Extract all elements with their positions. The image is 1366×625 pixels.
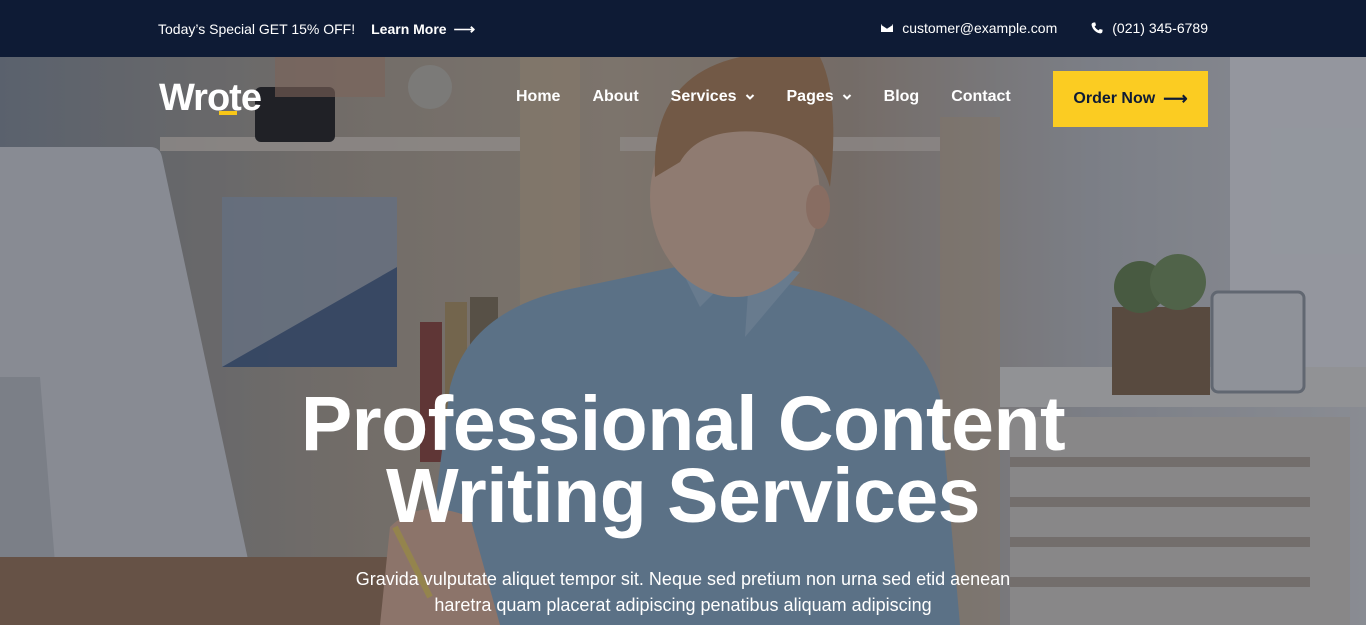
nav-pages[interactable]: Pages (787, 88, 852, 106)
logo-text: Wrote (159, 77, 262, 119)
promo-banner: Today’s Special GET 15% OFF! Learn More … (158, 20, 475, 38)
nav-about-label: About (592, 88, 639, 105)
email-contact[interactable]: customer@example.com (881, 20, 1057, 36)
top-bar: Today’s Special GET 15% OFF! Learn More … (0, 0, 1366, 57)
chevron-down-icon (842, 94, 851, 100)
hero-section (0, 57, 1366, 625)
phone-icon (1091, 22, 1103, 34)
order-now-button[interactable]: Order Now ⟶ (1053, 71, 1208, 127)
order-now-label: Order Now (1073, 90, 1156, 107)
hero-subtitle-line2: haretra quam placerat adipiscing penatib… (434, 595, 932, 615)
phone-contact[interactable]: (021) 345-6789 (1091, 20, 1208, 36)
nav-contact[interactable]: Contact (951, 88, 1011, 106)
nav-home-label: Home (516, 88, 561, 105)
main-nav: Home About Services Pages Blog Contact (516, 88, 1011, 106)
nav-services-label: Services (670, 88, 737, 105)
contact-info: customer@example.com (021) 345-6789 (881, 20, 1208, 36)
envelope-icon (881, 24, 894, 32)
email-text: customer@example.com (902, 20, 1058, 36)
nav-services[interactable]: Services (671, 88, 755, 106)
logo-accent-bar (219, 111, 237, 115)
nav-home[interactable]: Home (516, 88, 560, 106)
chevron-down-icon (745, 94, 754, 100)
arrow-right-icon: ⟶ (1163, 89, 1188, 108)
hero-subtitle-line1: Gravida vulputate aliquet tempor sit. Ne… (355, 569, 1011, 589)
phone-text: (021) 345-6789 (1112, 20, 1208, 36)
promo-text: Today’s Special GET 15% OFF! (158, 21, 356, 37)
hero-headline-line2: Writing Services (386, 453, 980, 539)
logo[interactable]: Wrote (159, 77, 262, 120)
learn-more-label: Learn More (371, 21, 447, 37)
learn-more-link[interactable]: Learn More ⟶ (371, 20, 475, 38)
hero-headline: Professional Content Writing Services (0, 381, 1366, 539)
nav-pages-label: Pages (786, 88, 834, 105)
nav-about[interactable]: About (592, 88, 638, 106)
arrow-right-icon: ⟶ (453, 21, 476, 38)
hero-headline-line1: Professional Content (300, 381, 1066, 467)
nav-blog[interactable]: Blog (884, 88, 920, 106)
nav-blog-label: Blog (883, 88, 920, 105)
nav-contact-label: Contact (951, 88, 1011, 105)
hero-subtitle: Gravida vulputate aliquet tempor sit. Ne… (0, 566, 1366, 618)
hero-overlay (0, 57, 1366, 625)
